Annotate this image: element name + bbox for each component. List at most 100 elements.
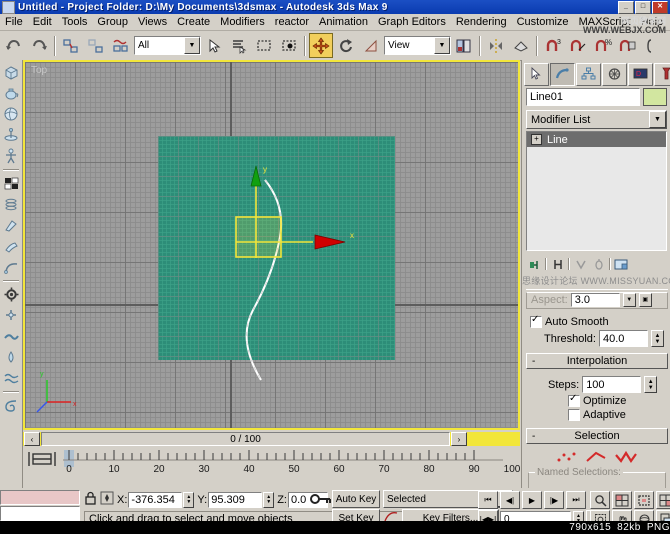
maximize-button[interactable]: □ [635, 1, 651, 14]
menu-item-animation[interactable]: Animation [314, 15, 373, 29]
coord-y-spinner[interactable]: ▲▼ [263, 492, 274, 508]
undo-icon[interactable] [2, 33, 26, 58]
menu-item-rendering[interactable]: Rendering [451, 15, 512, 29]
hierarchy-tab-icon[interactable] [576, 63, 601, 86]
gear-icon[interactable] [1, 284, 21, 305]
adaptive-row[interactable]: Adaptive [530, 409, 664, 421]
collapse-icon[interactable]: - [532, 431, 535, 442]
unlink-icon[interactable] [84, 33, 108, 58]
optimize-checkbox[interactable] [568, 395, 580, 407]
show-end-result-icon[interactable] [550, 257, 565, 272]
coord-x-spinner[interactable]: ▲▼ [183, 492, 194, 508]
key-mode-icon[interactable] [310, 491, 332, 510]
adaptive-checkbox[interactable] [568, 409, 580, 421]
zoom-all-icon[interactable] [612, 491, 632, 509]
menu-item-reactor[interactable]: reactor [270, 15, 314, 29]
collapse-icon[interactable]: - [532, 356, 535, 367]
menu-item-tools[interactable]: Tools [57, 15, 93, 29]
configure-sets-icon[interactable] [614, 257, 629, 272]
select-link-icon[interactable] [59, 33, 83, 58]
go-to-start-icon[interactable]: ⏮ [478, 491, 498, 509]
make-unique-icon[interactable] [573, 257, 588, 272]
select-by-name-icon[interactable] [227, 33, 251, 58]
menu-item-create[interactable]: Create [172, 15, 215, 29]
maxscript-listener-pink[interactable] [0, 490, 80, 505]
percent-snap-icon[interactable]: % [591, 33, 615, 58]
chevron-down-icon[interactable]: ▼ [184, 37, 200, 54]
spinner-snap-icon[interactable] [616, 33, 640, 58]
optimize-row[interactable]: Optimize [530, 395, 664, 407]
steps-field[interactable]: 100 [582, 376, 641, 393]
object-name-field[interactable]: Line01 [526, 88, 640, 106]
absolute-relative-icon[interactable] [100, 491, 114, 508]
threshold-spinner[interactable]: ▲▼ [651, 330, 664, 347]
redo-icon[interactable] [27, 33, 51, 58]
teapot-tool-icon[interactable] [1, 83, 21, 104]
bind-space-warp-icon[interactable] [109, 33, 133, 58]
utilities-tab-icon[interactable] [654, 63, 670, 86]
rect-select-region-icon[interactable] [252, 33, 276, 58]
modifier-list-dropdown[interactable]: Modifier List ▼ [526, 110, 667, 129]
spring-icon[interactable] [1, 194, 21, 215]
next-frame-arrow[interactable]: › [451, 432, 467, 446]
aspect-spinner[interactable]: ▼ [623, 293, 636, 307]
next-frame-icon[interactable]: |▶ [544, 491, 564, 509]
knife-icon[interactable] [1, 215, 21, 236]
aspect-field[interactable]: 3.0 [571, 293, 620, 307]
minimize-button[interactable]: _ [618, 1, 634, 14]
play-animation-icon[interactable]: ▶ [522, 491, 542, 509]
menu-item-modifiers[interactable]: Modifiers [215, 15, 270, 29]
joint-icon[interactable] [1, 305, 21, 326]
create-tab-icon[interactable] [524, 63, 549, 86]
chevron-down-icon[interactable]: ▼ [434, 37, 450, 54]
timeline-ruler[interactable]: 01020 304050 607080 90100 [23, 448, 520, 478]
window-crossing-icon[interactable] [277, 33, 301, 58]
select-scale-icon[interactable] [359, 33, 383, 58]
align-icon[interactable] [509, 33, 533, 58]
menu-item-group[interactable]: Group [92, 15, 133, 29]
menu-item-edit[interactable]: Edit [28, 15, 57, 29]
remove-modifier-icon[interactable] [591, 257, 606, 272]
material-editor-icon[interactable] [1, 173, 21, 194]
menu-item-views[interactable]: Views [133, 15, 172, 29]
snap-toggle-icon[interactable]: 3 [541, 33, 565, 58]
zoom-extents-icon[interactable] [634, 491, 654, 509]
fluid-icon[interactable] [1, 347, 21, 368]
expand-plus-icon[interactable]: + [531, 134, 542, 145]
coord-y-field[interactable]: 95.309 [208, 492, 262, 508]
close-button[interactable]: ✕ [652, 1, 668, 14]
coord-x-field[interactable]: -376.354 [128, 492, 182, 508]
sphere-tool-icon[interactable] [1, 104, 21, 125]
ref-coord-system-combo[interactable]: View ▼ [384, 36, 451, 55]
lock-selection-icon[interactable] [84, 491, 97, 509]
lathe-tool-icon[interactable] [1, 125, 21, 146]
previous-frame-icon[interactable]: ◀| [500, 491, 520, 509]
prev-frame-arrow[interactable]: ‹ [24, 432, 40, 446]
viewport-top[interactable]: x y x y Top [25, 62, 518, 428]
wave-icon[interactable] [1, 368, 21, 389]
menu-item-customize[interactable]: Customize [512, 15, 574, 29]
zoom-extents-all-icon[interactable] [656, 491, 670, 509]
cloth-icon[interactable] [1, 326, 21, 347]
display-tab-icon[interactable]: D [628, 63, 653, 86]
object-color-swatch[interactable] [643, 88, 667, 106]
auto-smooth-checkbox[interactable] [530, 316, 542, 328]
vertex-icon[interactable] [556, 450, 578, 467]
named-selection-sets-icon[interactable] [641, 33, 665, 58]
select-object-icon[interactable] [202, 33, 226, 58]
arc-icon[interactable] [1, 257, 21, 278]
use-pivot-center-icon[interactable] [452, 33, 476, 58]
threshold-field[interactable]: 40.0 [599, 330, 648, 347]
steps-spinner[interactable]: ▲▼ [644, 376, 657, 393]
mirror-icon[interactable] [484, 33, 508, 58]
shell-icon[interactable] [1, 395, 21, 416]
modify-tab-icon[interactable] [550, 63, 575, 86]
segment-icon[interactable] [585, 450, 607, 467]
paint-icon[interactable] [1, 236, 21, 257]
maxscript-listener-white[interactable] [0, 506, 80, 521]
chevron-down-icon[interactable]: ▼ [649, 111, 666, 128]
frame-indicator[interactable]: 0 / 100 [41, 432, 450, 446]
auto-smooth-row[interactable]: Auto Smooth [530, 316, 664, 328]
select-move-icon[interactable] [309, 33, 333, 58]
select-rotate-icon[interactable] [334, 33, 358, 58]
